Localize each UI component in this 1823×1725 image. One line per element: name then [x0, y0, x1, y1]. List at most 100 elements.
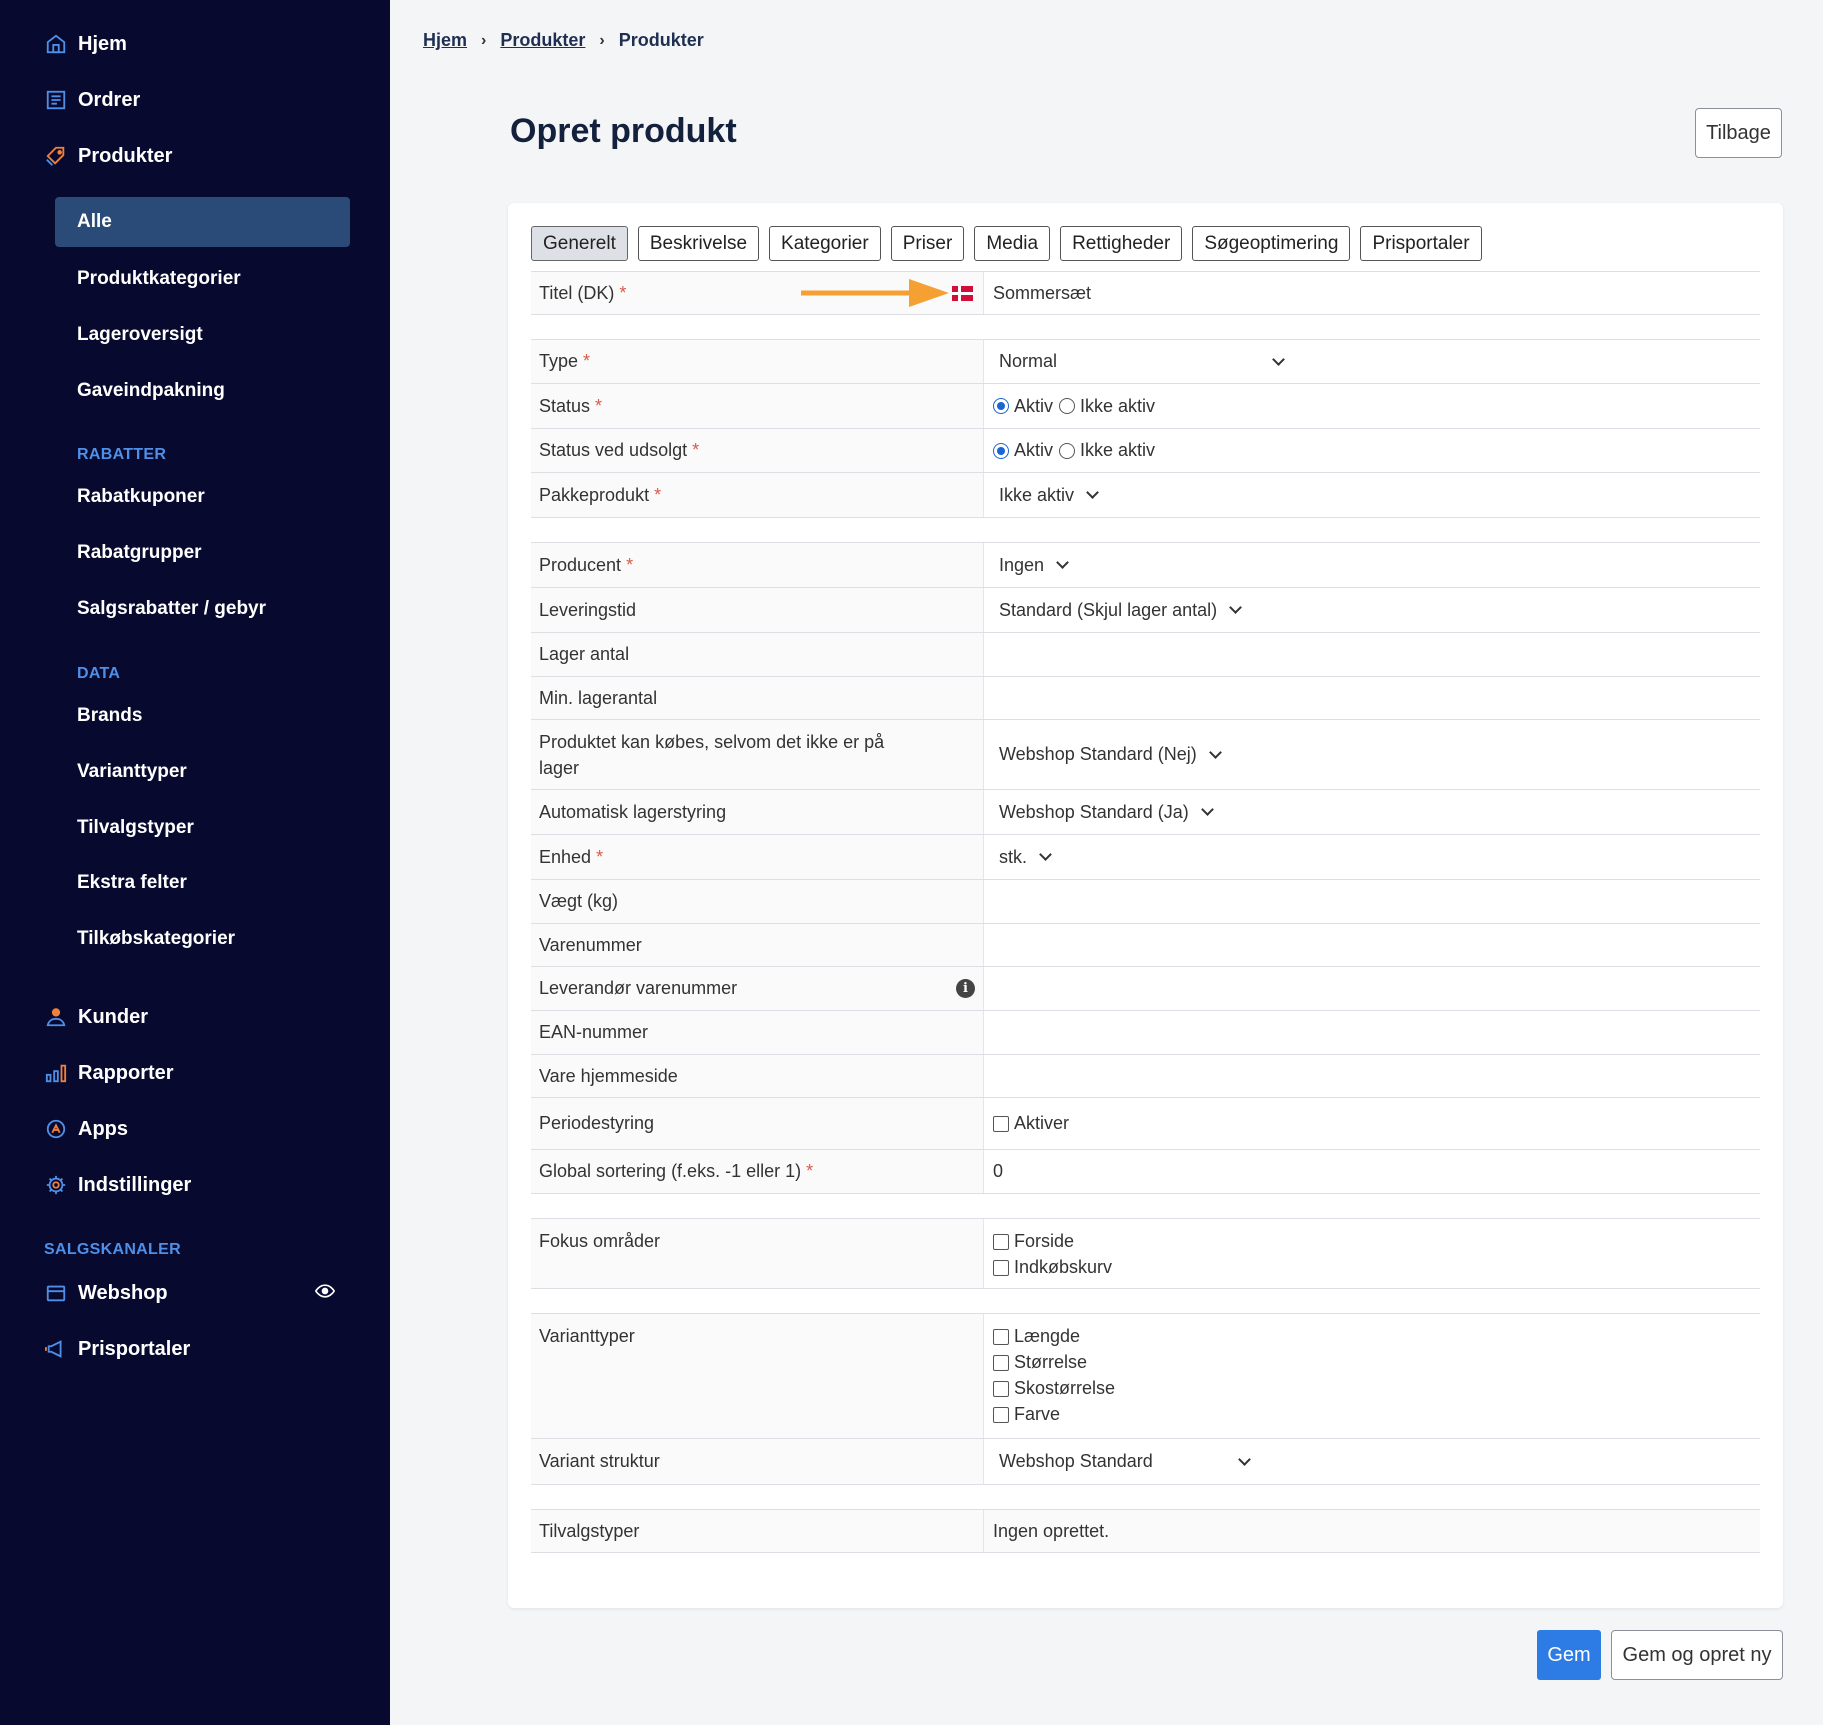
- nav-home[interactable]: Hjem: [44, 28, 127, 60]
- chevron-down-icon: [1272, 352, 1285, 366]
- sidebar-item-addon-types[interactable]: Tilvalgstyper: [77, 813, 194, 843]
- save-and-new-button[interactable]: Gem og opret ny: [1611, 1630, 1783, 1680]
- type-select[interactable]: Normal: [984, 340, 1760, 383]
- producer-select[interactable]: Ingen: [984, 543, 1760, 587]
- back-button[interactable]: Tilbage: [1695, 108, 1782, 158]
- radio-label: Aktiv: [1014, 395, 1054, 416]
- focus-label: Fokus områder: [539, 1231, 661, 1251]
- min-stock-input[interactable]: [984, 677, 1760, 719]
- sidebar-item-discount-groups[interactable]: Rabatgrupper: [77, 538, 202, 568]
- package-select[interactable]: Ikke aktiv: [984, 473, 1760, 517]
- homepage-label: Vare hjemmeside: [539, 1065, 678, 1086]
- variant-length-checkbox[interactable]: Længde: [993, 1326, 1115, 1347]
- period-label-cell: Periodestyring: [531, 1098, 984, 1149]
- tab-categories[interactable]: Kategorier: [769, 226, 881, 261]
- chevron-down-icon: [1229, 601, 1242, 614]
- sidebar-item-upsell-categories[interactable]: Tilkøbskategorier: [77, 924, 235, 954]
- variant-size-checkbox[interactable]: Størrelse: [993, 1352, 1115, 1373]
- addon-types-label: Tilvalgstyper: [539, 1520, 640, 1541]
- variant-structure-label-cell: Variant struktur: [531, 1439, 984, 1484]
- title-input[interactable]: Sommersæt: [984, 272, 1760, 314]
- sidebar-item-categories[interactable]: Produktkategorier: [77, 264, 241, 294]
- info-icon[interactable]: i: [956, 979, 975, 998]
- soldout-inactive-radio[interactable]: Ikke aktiv: [1059, 440, 1155, 461]
- homepage-label-cell: Vare hjemmeside: [531, 1055, 984, 1097]
- variant-shoesize-checkbox[interactable]: Skostørrelse: [993, 1378, 1115, 1399]
- breadcrumb-home[interactable]: Hjem: [423, 30, 467, 51]
- status-active-radio[interactable]: Aktiv: [993, 396, 1053, 417]
- unit-label: Enhed: [539, 846, 592, 867]
- sidebar-item-brands[interactable]: Brands: [77, 701, 142, 731]
- tab-general[interactable]: Generelt: [531, 226, 628, 261]
- nav-settings[interactable]: Indstillinger: [44, 1169, 191, 1201]
- checkbox-label: Længde: [1014, 1326, 1081, 1346]
- unit-select[interactable]: stk.: [984, 835, 1760, 879]
- tab-prices[interactable]: Priser: [890, 226, 965, 261]
- soldout-active-radio[interactable]: Aktiv: [993, 440, 1053, 461]
- sidebar-item-giftwrap[interactable]: Gaveindpakning: [77, 376, 225, 406]
- sidebar-item-variant-types[interactable]: Varianttyper: [77, 757, 187, 787]
- form-row-package: Pakkeprodukt * Ikke aktiv: [531, 473, 1760, 518]
- sidebar-item-extra-fields[interactable]: Ekstra felter: [77, 868, 187, 898]
- tab-media[interactable]: Media: [974, 226, 1051, 261]
- radio-label: Aktiv: [1014, 440, 1054, 460]
- nav-orders[interactable]: Ordrer: [44, 84, 140, 116]
- sku-input[interactable]: [984, 924, 1760, 966]
- user-icon: [44, 1005, 68, 1029]
- unit-value: stk.: [999, 846, 1028, 867]
- breadcrumb-products[interactable]: Produkter: [500, 30, 585, 51]
- period-checkbox[interactable]: Aktiver: [993, 1113, 1069, 1134]
- tab-description[interactable]: Beskrivelse: [637, 226, 760, 261]
- homepage-input[interactable]: [984, 1055, 1760, 1097]
- focus-frontpage-checkbox[interactable]: Forside: [993, 1231, 1112, 1252]
- unit-label-cell: Enhed *: [531, 835, 984, 879]
- nav-webshop[interactable]: Webshop: [44, 1277, 168, 1309]
- tab-price-portals[interactable]: Prisportaler: [1360, 226, 1482, 261]
- nav-products[interactable]: Produkter: [44, 140, 172, 172]
- focus-options: Forside Indkøbskurv: [993, 1231, 1118, 1278]
- form-rows: Titel (DK) * Sommersæt Type * Normal Statu…: [531, 271, 1760, 1553]
- eye-icon[interactable]: [315, 1281, 335, 1301]
- save-button[interactable]: Gem: [1537, 1630, 1601, 1680]
- form-row-buy-oos: Produktet kan købes, selvom det ikke er …: [531, 720, 1760, 790]
- sidebar-item-coupons[interactable]: Rabatkuponer: [77, 482, 205, 512]
- sort-input[interactable]: 0: [984, 1150, 1760, 1193]
- supplier-sku-input[interactable]: [984, 967, 1760, 1010]
- nav-customers[interactable]: Kunder: [44, 1001, 148, 1033]
- form-row-auto-stock: Automatisk lagerstyring Webshop Standard…: [531, 790, 1760, 835]
- sidebar-item-inventory[interactable]: Lageroversigt: [77, 320, 203, 350]
- focus-cart-checkbox[interactable]: Indkøbskurv: [993, 1257, 1112, 1278]
- weight-input[interactable]: [984, 880, 1760, 923]
- variant-structure-select[interactable]: Webshop Standard: [984, 1439, 1760, 1484]
- stock-input[interactable]: [984, 633, 1760, 676]
- sidebar-item-all[interactable]: Alle: [55, 197, 350, 247]
- buy-oos-select[interactable]: Webshop Standard (Nej): [984, 720, 1760, 789]
- checkbox-box: [993, 1354, 1009, 1371]
- nav-price-portals[interactable]: Prisportaler: [44, 1333, 190, 1365]
- title-label-cell: Titel (DK) *: [531, 272, 984, 314]
- sidebar-item-sales-discounts[interactable]: Salgsrabatter / gebyr: [77, 594, 266, 624]
- product-form-card: Generelt Beskrivelse Kategorier Priser M…: [508, 203, 1783, 1608]
- variant-types-options: Længde Størrelse Skostørrelse Farve: [993, 1326, 1121, 1425]
- delivery-select[interactable]: Standard (Skjul lager antal): [984, 588, 1760, 632]
- form-row-homepage: Vare hjemmeside: [531, 1055, 1760, 1098]
- form-row-type: Type * Normal: [531, 339, 1760, 384]
- status-inactive-radio[interactable]: Ikke aktiv: [1059, 396, 1155, 417]
- nav-reports[interactable]: Rapporter: [44, 1057, 174, 1089]
- nav-products-label: Produkter: [78, 144, 173, 167]
- form-row-min-stock: Min. lagerantal: [531, 677, 1760, 720]
- form-row-stock: Lager antal: [531, 633, 1760, 677]
- package-label-cell: Pakkeprodukt *: [531, 473, 984, 517]
- radio-checked: [993, 442, 1009, 459]
- variant-color-checkbox[interactable]: Farve: [993, 1404, 1115, 1425]
- tab-seo[interactable]: Søgeoptimering: [1192, 226, 1351, 261]
- type-label: Type: [539, 351, 579, 371]
- form-row-weight: Vægt (kg): [531, 880, 1760, 924]
- ean-input[interactable]: [984, 1011, 1760, 1054]
- nav-apps[interactable]: Apps: [44, 1113, 128, 1145]
- tab-permissions[interactable]: Rettigheder: [1060, 226, 1183, 261]
- title-label: Titel (DK): [539, 282, 615, 303]
- auto-stock-select[interactable]: Webshop Standard (Ja): [984, 790, 1760, 834]
